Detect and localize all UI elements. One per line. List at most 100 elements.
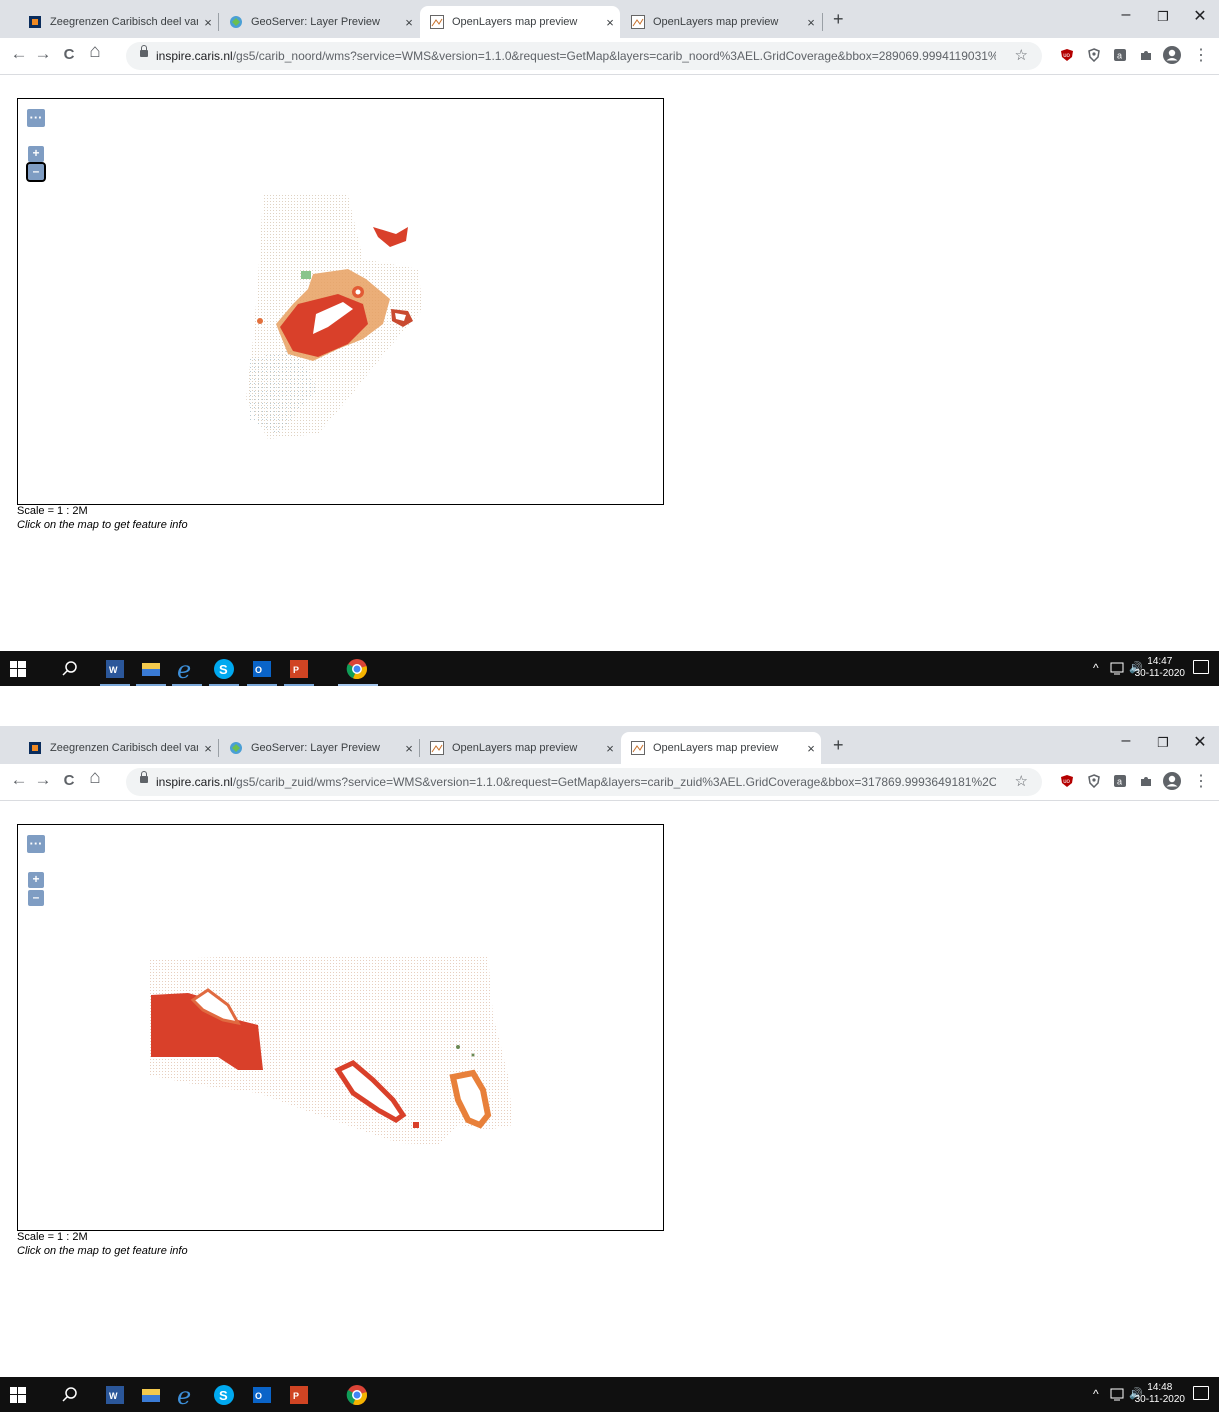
close-tab-icon[interactable]: × [600,741,620,756]
map-viewport[interactable]: ··· + – [17,98,664,505]
network-icon[interactable] [1110,661,1126,678]
svg-text:W: W [109,665,118,675]
tab-zeegrenzen[interactable]: Zeegrenzen Caribisch deel van het × [18,732,218,764]
close-tab-icon[interactable]: × [399,15,419,30]
ublock-icon[interactable]: uo [1060,48,1074,62]
ublock-icon[interactable]: uo [1060,774,1074,788]
restore-button[interactable]: ❐ [1148,9,1178,25]
new-tab-button[interactable]: + [833,9,844,30]
url-host: inspire.caris.nl [156,49,233,63]
tab-separator [822,13,823,31]
running-indicator [209,684,239,686]
map-viewport[interactable]: ··· + – [17,824,664,1231]
home-button[interactable]: ⌂ [84,767,106,789]
close-tab-icon[interactable]: × [399,741,419,756]
internet-explorer-icon[interactable]: e [175,1382,199,1410]
profile-icon[interactable] [1162,771,1182,791]
svg-text:W: W [109,1391,118,1401]
tab-title: GeoServer: Layer Preview [251,16,380,28]
network-icon[interactable] [1110,1387,1126,1404]
puzzle-icon[interactable] [1139,48,1153,62]
url-text[interactable]: inspire.caris.nl/gs5/carib_noord/wms?ser… [156,49,996,63]
outlook-icon[interactable]: O [250,1383,274,1407]
feature-info-hint: Click on the map to get feature info [17,1245,188,1257]
shield-icon[interactable] [1087,774,1101,789]
tab-openlayers-2[interactable]: OpenLayers map preview × [621,732,821,764]
system-clock[interactable]: 14:48 30-11-2020 [1135,1382,1185,1406]
screenshot-gap [0,695,1219,726]
svg-text:a: a [1117,777,1122,787]
address-bar[interactable]: inspire.caris.nl/gs5/carib_zuid/wms?serv… [126,768,1042,796]
home-button[interactable]: ⌂ [84,41,106,63]
puzzle-icon[interactable] [1139,774,1153,788]
tab-title: OpenLayers map preview [653,742,779,754]
chrome-icon[interactable] [345,657,369,681]
svg-text:uo: uo [1063,779,1070,785]
windows-start-icon[interactable] [10,661,26,677]
skype-icon[interactable]: S [212,1383,236,1407]
restore-button[interactable]: ❐ [1148,735,1178,751]
reload-button[interactable]: C [58,772,80,789]
svg-text:O: O [255,665,262,675]
new-tab-button[interactable]: + [833,735,844,756]
tray-chevron-icon[interactable]: ^ [1093,661,1099,675]
tab-openlayers-1[interactable]: OpenLayers map preview × [420,6,620,38]
windows-start-icon[interactable] [10,1387,26,1403]
extension-a-icon[interactable]: a [1113,48,1127,62]
tab-openlayers-1[interactable]: OpenLayers map preview × [420,732,620,764]
outlook-icon[interactable]: O [250,657,274,681]
url-host: inspire.caris.nl [156,775,233,789]
menu-icon[interactable]: ⋮ [1190,771,1212,791]
close-tab-icon[interactable]: × [198,741,218,756]
reload-button[interactable]: C [58,46,80,63]
close-tab-icon[interactable]: × [801,741,821,756]
file-explorer-icon[interactable] [139,1383,163,1407]
menu-icon[interactable]: ⋮ [1190,45,1212,65]
bathymetry-layer-south [148,955,513,1145]
internet-explorer-icon[interactable]: e [175,656,199,684]
search-icon[interactable] [60,659,80,679]
running-indicator [247,684,277,686]
url-text[interactable]: inspire.caris.nl/gs5/carib_zuid/wms?serv… [156,775,996,789]
tab-openlayers-2[interactable]: OpenLayers map preview × [621,6,821,38]
tab-zeegrenzen[interactable]: Zeegrenzen Caribisch deel van het × [18,6,218,38]
close-window-button[interactable]: ✕ [1185,6,1215,26]
minimize-button[interactable]: – [1111,6,1141,24]
tray-chevron-icon[interactable]: ^ [1093,1387,1099,1401]
file-explorer-icon[interactable] [139,657,163,681]
close-tab-icon[interactable]: × [600,15,620,30]
search-icon[interactable] [60,1385,80,1405]
close-tab-icon[interactable]: × [198,15,218,30]
close-window-button[interactable]: ✕ [1185,732,1215,752]
clock-date: 30-11-2020 [1134,668,1185,679]
word-icon[interactable]: W [103,1383,127,1407]
running-indicator [284,684,314,686]
system-clock[interactable]: 14:47 30-11-2020 [1135,656,1185,680]
skype-icon[interactable]: S [212,657,236,681]
profile-icon[interactable] [1162,45,1182,65]
clock-time: 14:47 [1147,656,1173,667]
address-bar[interactable]: inspire.caris.nl/gs5/carib_noord/wms?ser… [126,42,1042,70]
back-button[interactable]: ← [8,770,30,790]
windows-taskbar: W e S O P ^ 🔊 14:48 30-11-2020 [0,1377,1219,1412]
minimize-button[interactable]: – [1111,732,1141,750]
back-button[interactable]: ← [8,44,30,64]
notification-icon[interactable] [1193,660,1209,674]
browser-toolbar: ← → C ⌂ inspire.caris.nl/gs5/carib_zuid/… [0,764,1219,801]
forward-button[interactable]: → [32,44,54,64]
close-tab-icon[interactable]: × [801,15,821,30]
bookmark-star-icon[interactable]: ☆ [1015,772,1028,790]
tab-geoserver[interactable]: GeoServer: Layer Preview × [219,732,419,764]
powerpoint-icon[interactable]: P [287,657,311,681]
extension-a-icon[interactable]: a [1113,774,1127,788]
tab-geoserver[interactable]: GeoServer: Layer Preview × [219,6,419,38]
url-path: /gs5/carib_zuid/wms?service=WMS&version=… [232,775,996,789]
shield-icon[interactable] [1087,48,1101,63]
notification-icon[interactable] [1193,1386,1209,1400]
word-icon[interactable]: W [103,657,127,681]
bookmark-star-icon[interactable]: ☆ [1015,46,1028,64]
chrome-icon[interactable] [345,1383,369,1407]
forward-button[interactable]: → [32,770,54,790]
running-indicator [136,684,166,686]
powerpoint-icon[interactable]: P [287,1383,311,1407]
